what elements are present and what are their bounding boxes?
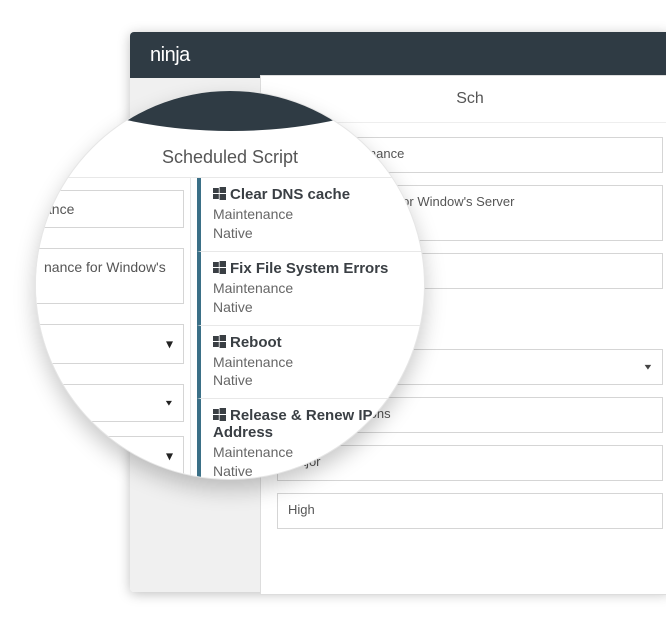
windows-icon xyxy=(213,261,226,274)
script-type: Native xyxy=(213,224,414,243)
script-item[interactable]: Release & Renew IP Address MaintenanceNat… xyxy=(197,399,424,480)
script-item[interactable]: Reboot MaintenanceNative xyxy=(197,326,424,400)
script-item[interactable]: Fix File System Errors MaintenanceNative xyxy=(197,252,424,326)
app-brand: ninja xyxy=(130,32,666,78)
windows-icon xyxy=(213,335,226,348)
script-category: Maintenance xyxy=(213,205,414,224)
script-list: Clear DNS cacheMaintenanceNativeFix File… xyxy=(191,177,424,479)
lens-extra-select[interactable] xyxy=(36,436,184,476)
lens-description-input[interactable]: nance for Window's xyxy=(36,248,184,304)
script-title: Fix File System Errors xyxy=(213,260,414,277)
script-name: Release & Renew IP Address xyxy=(213,407,372,441)
script-title: Clear DNS cache xyxy=(213,186,414,203)
script-category: Maintenance xyxy=(213,443,414,462)
lens-name-input[interactable]: ance xyxy=(36,190,184,228)
magnifier-lens: Scheduled Script ance nance for Window's… xyxy=(35,90,425,480)
windows-icon xyxy=(213,187,226,200)
lens-left-column: ance nance for Window's e xyxy=(36,177,191,479)
lens-content: ance nance for Window's e Clear DNS cach… xyxy=(36,177,424,479)
windows-icon xyxy=(213,408,226,421)
lens-title: Scheduled Script xyxy=(36,147,424,168)
script-category: Maintenance xyxy=(213,279,414,298)
script-name: Clear DNS cache xyxy=(230,186,350,203)
script-name: Reboot xyxy=(230,334,282,351)
script-item[interactable]: Clear DNS cache MaintenanceNative xyxy=(197,178,424,252)
script-category: Maintenance xyxy=(213,353,414,372)
script-type: Native xyxy=(213,371,414,390)
priority-select[interactable]: High xyxy=(277,493,663,529)
script-title: Reboot xyxy=(213,334,414,351)
lens-schedule-select[interactable] xyxy=(36,324,184,364)
script-title: Release & Renew IP Address xyxy=(213,407,414,441)
lens-timezone-select[interactable]: e xyxy=(36,384,184,422)
script-type: Native xyxy=(213,298,414,317)
script-type: Native xyxy=(213,462,414,480)
script-name: Fix File System Errors xyxy=(230,260,388,277)
